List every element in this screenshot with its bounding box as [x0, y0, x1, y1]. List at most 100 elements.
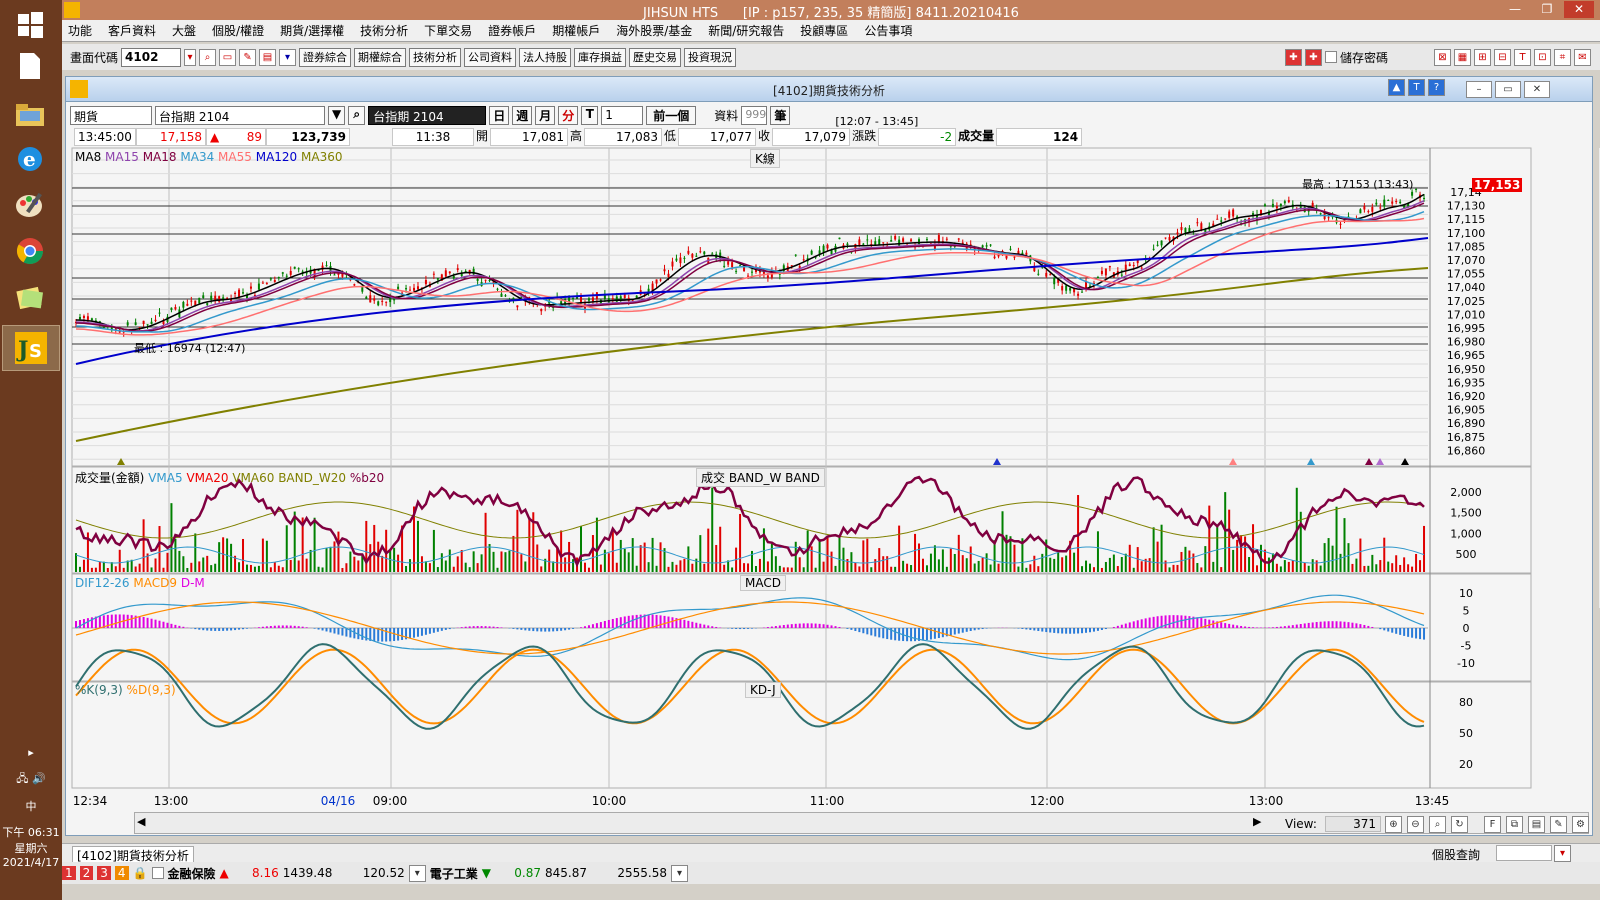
clock-time[interactable]: 下午 06:31	[0, 824, 62, 840]
macd-histogram-bar	[337, 628, 340, 635]
macd-histogram-bar	[715, 626, 718, 628]
candle-body	[1176, 232, 1179, 235]
stock-query-input[interactable]	[1496, 845, 1552, 861]
page-1-button[interactable]: 1	[62, 866, 76, 880]
candle-body	[1160, 240, 1163, 246]
page-4-button[interactable]: 4	[114, 866, 129, 880]
volume-legend: 成交量(金額) VMA5 VMA20 VMA60 BAND_W20 %b20	[75, 469, 384, 486]
candle-body	[619, 296, 622, 300]
candle-body	[711, 253, 714, 255]
legend-bandw20: BAND_W20	[278, 471, 346, 485]
chart-scrollbar[interactable]: ◀ ▶ View: 371 ⊕ ⊖ ⌕ ↻ F ⧉ ▤ ✎ ⚙	[134, 812, 1589, 834]
zoom-out-icon[interactable]: ⊖	[1407, 816, 1424, 833]
volume-bar	[230, 543, 233, 572]
macd-histogram-bar	[898, 628, 901, 641]
volume-bar	[838, 536, 841, 572]
candle-body	[703, 251, 706, 255]
macd-histogram-bar	[182, 626, 185, 628]
volume-bar	[651, 537, 654, 572]
candle-body	[1259, 209, 1262, 215]
view-value[interactable]: 371	[1325, 816, 1381, 832]
candle-body	[238, 289, 241, 298]
refresh-icon[interactable]: ↻	[1451, 816, 1468, 833]
candle-body	[484, 279, 487, 281]
macd-histogram-bar	[1383, 628, 1386, 631]
macd-histogram-bar	[1220, 622, 1223, 628]
volume-bar	[989, 564, 992, 572]
candle-body	[142, 320, 145, 325]
page-3-button[interactable]: 3	[97, 866, 111, 880]
settings-icon[interactable]: ⚙	[1572, 816, 1589, 833]
candle-body	[138, 326, 141, 328]
windows-start-icon[interactable]	[11, 6, 49, 44]
chrome-icon[interactable]	[11, 232, 49, 270]
scroll-left-icon[interactable]: ◀	[137, 815, 145, 828]
candle-body	[234, 292, 237, 294]
macd-histogram-bar	[75, 620, 77, 628]
candle-body	[377, 301, 380, 306]
price-tag: 17,153	[1472, 178, 1523, 192]
volume-bar	[782, 567, 785, 572]
volume-bar	[416, 520, 419, 572]
candle-body	[679, 257, 682, 264]
network-volume-icons[interactable]: 🖧 🔊	[0, 770, 62, 789]
macd-histogram-bar	[544, 628, 547, 632]
price-tick-label: 16,950	[1447, 363, 1486, 376]
candle-body	[1339, 223, 1342, 225]
zoom-in-icon[interactable]: ⊕	[1385, 816, 1402, 833]
volume-bar	[973, 563, 976, 572]
edit-icon[interactable]: ✎	[1550, 816, 1567, 833]
macd-histogram-bar	[1200, 618, 1203, 628]
macd-histogram-bar	[265, 626, 268, 628]
magnifier-icon[interactable]: ⌕	[1429, 816, 1446, 833]
ticker-bar: 1 2 3 4 🔒 金融保險 ▲ 8.16 1439.48 120.52 ▾ 電…	[62, 862, 1600, 884]
macd-histogram-bar	[683, 619, 686, 628]
macd-histogram-bar	[1287, 625, 1290, 628]
volume-bar	[778, 565, 781, 572]
volume-bar	[977, 560, 980, 572]
candle-body	[134, 322, 137, 326]
volume-bar	[699, 535, 702, 572]
sticky-notes-icon[interactable]	[11, 279, 49, 317]
chevron-down-icon[interactable]: ▾	[671, 864, 689, 882]
chart-canvas[interactable]: 17,1417,13017,11517,10017,08517,07017,05…	[62, 0, 1600, 900]
volume-bar	[1168, 567, 1171, 572]
ime-indicator[interactable]: 中	[0, 798, 62, 814]
ticker-checkbox[interactable]	[151, 867, 164, 879]
volume-bar	[615, 562, 618, 572]
macd-histogram-bar	[424, 628, 427, 635]
document-icon[interactable]	[11, 47, 49, 85]
macd-title: MACD	[740, 575, 786, 591]
volume-bar	[898, 525, 901, 572]
lock-icon[interactable]: 🔒	[133, 866, 148, 880]
candle-body	[476, 278, 479, 281]
calendar-icon[interactable]: ▤	[1528, 816, 1545, 833]
macd-histogram-bar	[858, 628, 861, 633]
volume-bar	[754, 566, 757, 572]
volume-bar	[325, 548, 328, 572]
chevron-down-icon[interactable]: ▾	[1554, 845, 1571, 862]
macd-histogram-bar	[500, 627, 503, 628]
macd-histogram-bar	[560, 628, 563, 631]
volume-bar	[540, 566, 543, 572]
macd-histogram-bar	[512, 628, 515, 629]
paint-icon[interactable]	[11, 186, 49, 224]
internet-explorer-icon[interactable]: e	[11, 140, 49, 178]
formula-icon[interactable]: F	[1484, 816, 1501, 833]
macd-histogram-bar	[1283, 626, 1286, 628]
candle-body	[611, 298, 614, 300]
candle-body	[353, 284, 356, 286]
price-tick-label: 16,920	[1447, 390, 1486, 403]
candle-body	[174, 307, 177, 310]
volume-bar	[1104, 561, 1107, 572]
page-2-button[interactable]: 2	[79, 866, 94, 880]
copy-icon[interactable]: ⧉	[1506, 816, 1523, 833]
file-explorer-icon[interactable]	[11, 95, 49, 133]
scroll-right-icon[interactable]: ▶	[1253, 815, 1261, 828]
macd-histogram-bar	[226, 628, 229, 631]
volume-bar	[1363, 565, 1366, 572]
jihsun-hts-app-icon[interactable]: JS	[2, 325, 60, 371]
chevron-down-icon[interactable]: ▾	[408, 864, 426, 882]
macd-histogram-bar	[882, 628, 885, 639]
tray-expand-icon[interactable]: ▸	[0, 746, 62, 759]
